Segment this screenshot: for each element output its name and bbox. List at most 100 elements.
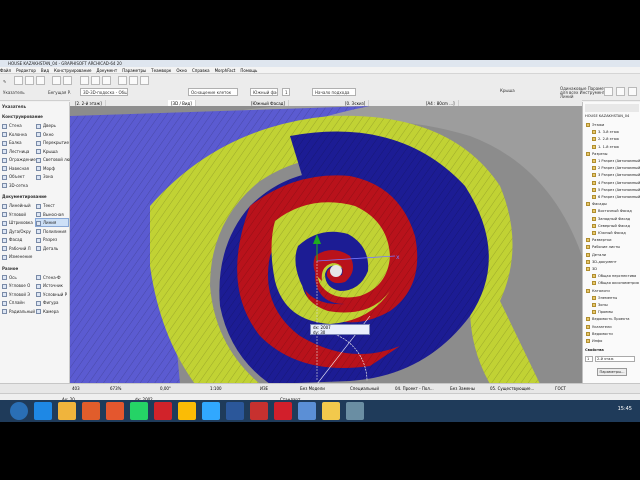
scale-field[interactable]: 1 <box>282 88 290 96</box>
floor-name-field[interactable]: 2-й этаж <box>595 356 635 362</box>
model-filter[interactable]: 05. Существующие... <box>490 384 534 393</box>
tool-1-4[interactable]: Штриховка <box>2 219 34 226</box>
tool-0-11[interactable]: Морф <box>36 165 68 172</box>
navigator-item-30[interactable]: Инфо <box>586 338 602 344</box>
navigator-item-2[interactable]: 2. 2-й этаж <box>592 136 619 142</box>
whatsapp-icon[interactable] <box>130 402 148 420</box>
navigator-item-15[interactable]: Южный Фасад <box>592 230 626 236</box>
navigator-item-19[interactable]: 3D-документ <box>586 259 617 265</box>
floor-selector[interactable]: Южный фасад <box>250 88 278 96</box>
open-icon[interactable] <box>14 76 23 85</box>
navigator-item-12[interactable]: Восточный Фасад <box>592 208 632 214</box>
navigator-item-22[interactable]: Общая аксонометрия <box>592 280 639 286</box>
navigator-item-18[interactable]: Детали <box>586 252 606 258</box>
navigator-item-6[interactable]: 2 Разрез (Автономный) <box>592 165 640 171</box>
firefox-icon[interactable] <box>106 402 124 420</box>
scale-value[interactable]: 1:100 <box>210 384 222 393</box>
floor-plan-icon[interactable] <box>129 76 138 85</box>
ie-icon[interactable] <box>34 402 52 420</box>
layout-icon[interactable] <box>604 87 613 96</box>
navigator-item-0[interactable]: Этажи <box>586 122 604 128</box>
navigator-item-28[interactable]: Указатели <box>586 324 612 330</box>
menu-item-8[interactable]: Справка <box>192 68 210 73</box>
layer-combination[interactable]: Специальный <box>350 384 379 393</box>
navigator-item-21[interactable]: Общая перспектива <box>592 273 636 279</box>
files-icon[interactable] <box>322 402 340 420</box>
tool-2-8[interactable]: Радиальный <box>2 308 35 315</box>
clock[interactable]: 15:45 <box>618 406 632 412</box>
toolbox-section-2[interactable]: Разное <box>2 266 18 271</box>
layer-selector[interactable]: Оснащение клеток <box>188 88 238 96</box>
opera-icon[interactable] <box>154 402 172 420</box>
navigator-item-29[interactable]: Ведомости <box>586 331 613 337</box>
tool-1-2[interactable]: Угловой <box>2 211 34 218</box>
tool-0-9[interactable]: Световой люк <box>36 156 72 163</box>
navigator-item-26[interactable]: Проемы <box>592 309 613 315</box>
notepad-icon[interactable] <box>298 402 316 420</box>
tool-1-0[interactable]: Линейный <box>2 202 34 209</box>
navigator-item-13[interactable]: Западный Фасад <box>592 216 630 222</box>
navigator-item-4[interactable]: Разрезы <box>586 151 608 157</box>
parameters-button[interactable]: Параметры... <box>597 368 627 376</box>
tool-0-2[interactable]: Колонна <box>2 131 34 138</box>
tool-1-12[interactable]: Изменение <box>2 253 34 260</box>
chrome-icon[interactable] <box>178 402 196 420</box>
navigator-item-24[interactable]: Элементы <box>592 295 617 301</box>
tool-2-5[interactable]: Условный Р <box>36 291 68 298</box>
tool-1-5[interactable]: Линия <box>35 218 69 227</box>
navigator-item-3[interactable]: 1. 1-й этаж <box>592 144 619 150</box>
navigator-item-11[interactable]: Фасады <box>586 201 607 207</box>
navigator-item-27[interactable]: Ведомость Проекта <box>586 316 629 322</box>
3d-view-icon[interactable] <box>118 76 127 85</box>
save-icon[interactable] <box>25 76 34 85</box>
start-icon[interactable] <box>10 402 28 420</box>
tool-0-14[interactable]: 3D-сетка <box>2 182 34 189</box>
undo-icon[interactable] <box>52 76 61 85</box>
tool-1-3[interactable]: Выносная <box>36 211 68 218</box>
paper-standard[interactable]: ГОСТ <box>555 384 566 393</box>
word-icon[interactable] <box>226 402 244 420</box>
tool-0-7[interactable]: Крыша <box>36 148 68 155</box>
navigator-item-8[interactable]: 4 Разрез (Автономный) <box>592 180 640 186</box>
model-view[interactable]: Без Модели <box>300 384 325 393</box>
toolbox-section-0[interactable]: Конструирование <box>2 114 43 119</box>
settings-icon[interactable] <box>616 87 625 96</box>
tool-0-5[interactable]: Перекрытие <box>36 139 69 146</box>
tool-2-1[interactable]: Стена-Ф <box>36 274 68 281</box>
print-icon[interactable] <box>36 76 45 85</box>
navigator-item-20[interactable]: 3D <box>586 266 597 272</box>
renovation-filter[interactable]: 04. Проект - Пол... <box>395 384 434 393</box>
navigator-item-1[interactable]: 3. 3-й этаж <box>592 129 619 135</box>
tool-0-3[interactable]: Окно <box>36 131 68 138</box>
floor-number-field[interactable]: 1 <box>585 356 593 362</box>
menu-item-1[interactable]: Редактор <box>16 68 36 73</box>
navigator-item-7[interactable]: 3 Разрез (Автономный) <box>592 172 640 178</box>
tool-1-11[interactable]: Деталь <box>36 245 68 252</box>
navigator-item-9[interactable]: 5 Разрез (Автономный) <box>592 187 640 193</box>
tool-2-9[interactable]: Камера <box>36 308 68 315</box>
archicad-icon[interactable] <box>250 402 268 420</box>
grid-icon[interactable] <box>80 76 89 85</box>
tool-1-9[interactable]: Разрез <box>36 236 68 243</box>
tool-0-6[interactable]: Лестница <box>2 148 34 155</box>
snap-icon[interactable] <box>91 76 100 85</box>
navigator-item-16[interactable]: Развертки <box>586 237 612 243</box>
navigator-item-17[interactable]: Рабочие листы <box>586 244 620 250</box>
redo-icon[interactable] <box>63 76 72 85</box>
3d-viewport[interactable]: x dx: 2007 dy: 30 <box>70 106 582 384</box>
tool-0-8[interactable]: Ограждение <box>2 156 36 163</box>
menu-item-3[interactable]: Конструирование <box>54 68 91 73</box>
tool-0-0[interactable]: Стена <box>2 122 34 129</box>
tool-1-7[interactable]: Полилиния <box>36 228 68 235</box>
menu-item-10[interactable]: Помощь <box>240 68 257 73</box>
tool-2-2[interactable]: Угловое О <box>2 282 34 289</box>
tool-1-6[interactable]: Дуга/Окру <box>2 228 34 235</box>
media-icon[interactable] <box>82 402 100 420</box>
navigator-item-5[interactable]: 1 Разрез (Автономный) <box>592 158 640 164</box>
tool-1-10[interactable]: Рабочий Л <box>2 245 34 252</box>
autocad-icon[interactable] <box>274 402 292 420</box>
tool-2-0[interactable]: Ось <box>2 274 34 281</box>
menu-item-5[interactable]: Параметры <box>122 68 146 73</box>
tool-0-1[interactable]: Дверь <box>36 122 68 129</box>
navigator-item-10[interactable]: 6 Разрез (Автономный) <box>592 194 640 200</box>
